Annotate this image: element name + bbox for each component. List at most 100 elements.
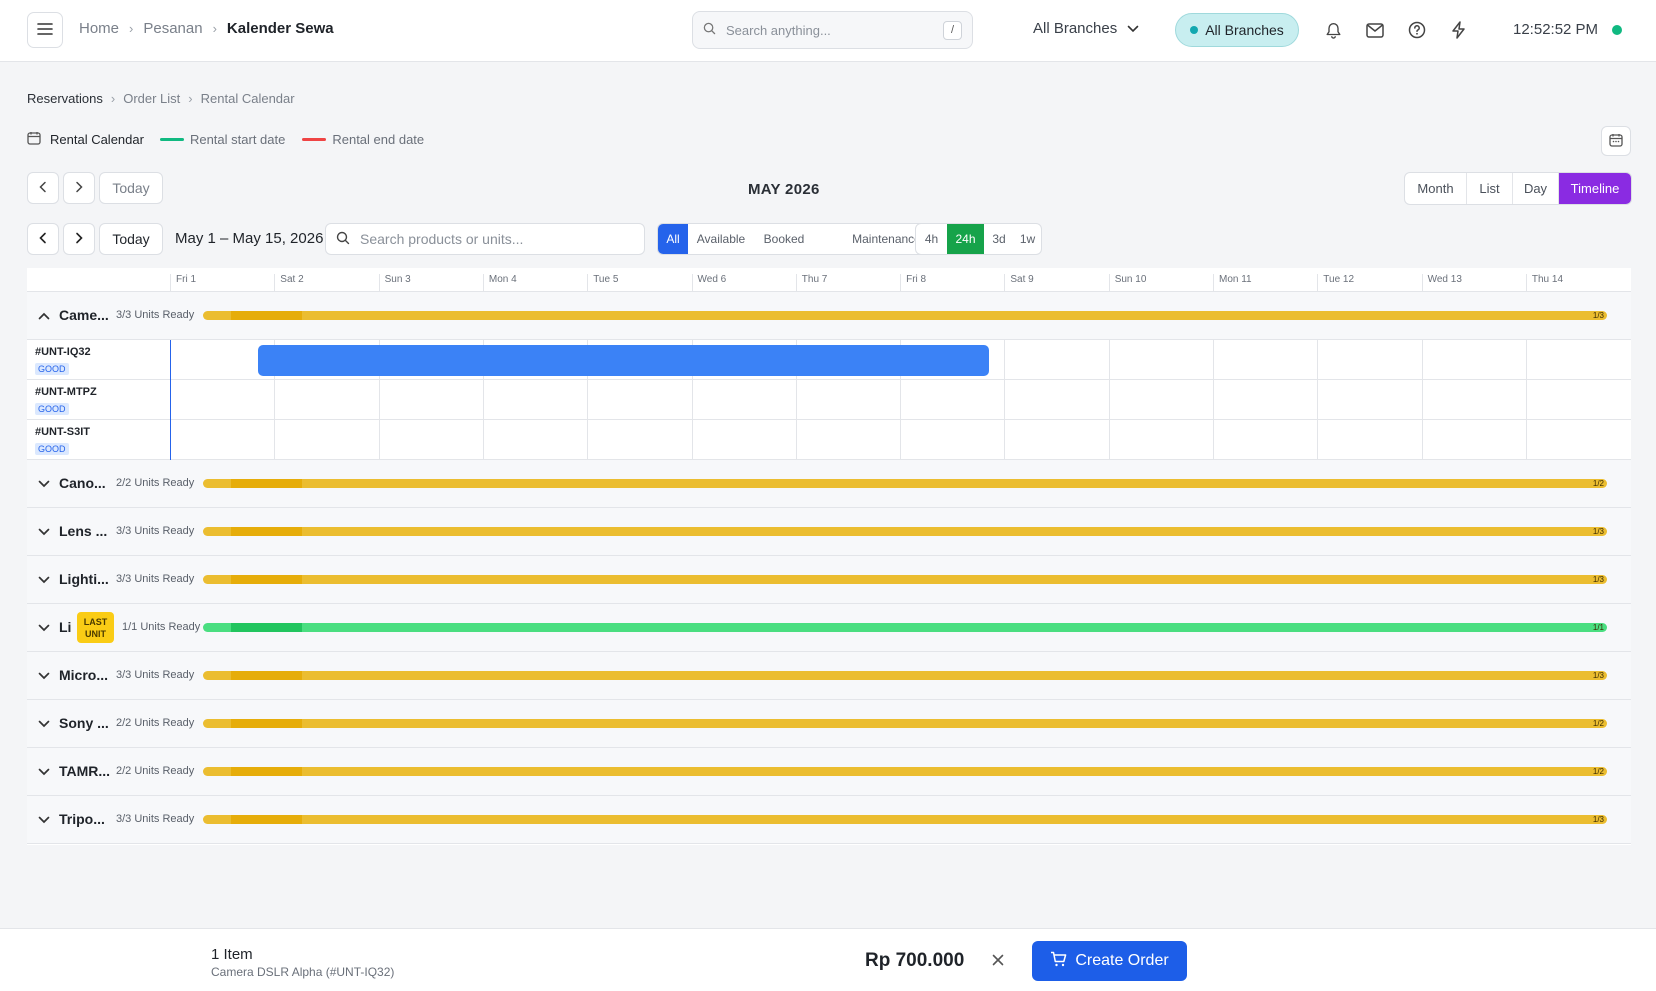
product-group-row[interactable]: TAMR... 2/2 Units Ready 1/2 <box>27 748 1631 796</box>
cart-icon <box>1050 951 1075 972</box>
legend-end: Rental end date <box>302 132 424 147</box>
branch-pill[interactable]: All Branches <box>1175 13 1299 47</box>
crumb-home[interactable]: Home <box>79 20 119 37</box>
zoom-1w[interactable]: 1w <box>1014 224 1041 254</box>
legend-start-label: Rental start date <box>189 132 286 147</box>
calendar-icon <box>27 131 41 148</box>
filter-all[interactable]: All <box>658 224 688 254</box>
global-search-input[interactable] <box>726 22 943 38</box>
grid-line <box>1317 340 1319 380</box>
unit-row[interactable]: #UNT-S3IT GOOD <box>27 420 1631 460</box>
zoom-24h[interactable]: 24h <box>947 224 984 254</box>
product-group-row[interactable]: Micro... 3/3 Units Ready 1/3 <box>27 652 1631 700</box>
month-next-button[interactable] <box>63 172 95 204</box>
help-icon[interactable] <box>1407 20 1427 40</box>
menu-button[interactable] <box>27 12 63 48</box>
range-today-button[interactable]: Today <box>99 223 163 255</box>
clear-cart-button[interactable] <box>990 953 1006 969</box>
branch-pill-label: All Branches <box>1205 22 1284 38</box>
availability-count: 1/3 <box>1592 311 1604 320</box>
product-group-row[interactable]: Came... 3/3 Units Ready 1/3 <box>27 292 1631 340</box>
month-today-button[interactable]: Today <box>99 172 163 204</box>
online-status-dot <box>1612 25 1622 35</box>
view-list[interactable]: List <box>1467 173 1513 204</box>
create-order-button[interactable]: Create Order <box>1032 941 1187 981</box>
view-timeline[interactable]: Timeline <box>1559 173 1631 204</box>
product-group-row[interactable]: Tripo... 3/3 Units Ready 1/3 <box>27 796 1631 844</box>
grid-line <box>274 380 276 420</box>
crumb-reservations[interactable]: Reservations <box>27 91 103 106</box>
availability-bar: 1/2 <box>203 479 1607 488</box>
product-group-row[interactable]: Lens ... 3/3 Units Ready 1/3 <box>27 508 1631 556</box>
day-column-label: Wed 6 <box>691 274 726 292</box>
unit-code[interactable]: #UNT-MTPZ <box>35 386 97 398</box>
legend-end-label: Rental end date <box>332 132 425 147</box>
legend-title: Rental Calendar <box>50 132 144 147</box>
zoom-4h[interactable]: 4h <box>916 224 947 254</box>
grid-line <box>1525 340 1527 380</box>
chevron-right-icon <box>75 232 83 247</box>
chevron-left-icon <box>39 232 47 247</box>
lightning-icon[interactable] <box>1449 20 1469 40</box>
day-column-label: Sat 2 <box>274 274 304 292</box>
crumb-order-list[interactable]: Order List <box>123 91 180 106</box>
chevron-down-icon[interactable] <box>37 669 51 683</box>
unit-code[interactable]: #UNT-IQ32 <box>35 346 91 358</box>
chevron-right-icon: › <box>212 21 217 36</box>
filter-booked[interactable]: Booked <box>754 224 814 254</box>
chevron-down-icon[interactable] <box>37 573 51 587</box>
booking-bar[interactable] <box>258 345 989 376</box>
zoom-filter: 4h 24h 3d 1w <box>915 223 1042 255</box>
unit-row[interactable]: #UNT-MTPZ GOOD <box>27 380 1631 420</box>
booked-segment <box>231 311 302 320</box>
search-icon <box>703 22 716 38</box>
chevron-up-icon[interactable] <box>37 309 51 323</box>
view-day[interactable]: Day <box>1513 173 1559 204</box>
range-next-button[interactable] <box>63 223 95 255</box>
grid-line <box>1213 420 1214 460</box>
availability-bar: 1/3 <box>203 575 1607 584</box>
availability-count: 1/3 <box>1592 815 1604 824</box>
grid-line <box>1317 380 1319 420</box>
units-ready-label: 3/3 Units Ready <box>116 525 195 537</box>
rental-timeline: Fri 1 Sat 2 Sun 3 Mon 4 Tue 5 Wed 6 Thu 7 Fri 8… <box>27 268 1631 845</box>
filter-available[interactable]: Available <box>688 224 754 254</box>
grid-line <box>378 420 380 460</box>
unit-code[interactable]: #UNT-S3IT <box>35 426 90 438</box>
date-range-label: May 1 – May 15, 2026 <box>175 230 324 247</box>
chevron-down-icon[interactable] <box>37 477 51 491</box>
mail-icon[interactable] <box>1365 20 1385 40</box>
zoom-3d[interactable]: 3d <box>984 224 1014 254</box>
product-group-row[interactable]: Li LAST UNIT 1/1 Units Ready 1/1 <box>27 604 1631 652</box>
unit-search-input[interactable] <box>360 231 634 247</box>
chevron-down-icon[interactable] <box>37 717 51 731</box>
chevron-down-icon[interactable] <box>37 621 51 635</box>
booked-segment <box>231 719 302 728</box>
calendar-picker-button[interactable] <box>1601 126 1631 156</box>
unit-search[interactable] <box>325 223 645 255</box>
product-group-row[interactable]: Lighti... 3/3 Units Ready 1/3 <box>27 556 1631 604</box>
chevron-down-icon[interactable] <box>37 765 51 779</box>
month-prev-button[interactable] <box>27 172 59 204</box>
day-column-label: Fri 8 <box>900 274 926 292</box>
view-month[interactable]: Month <box>1405 173 1467 204</box>
global-search[interactable]: / <box>692 11 973 49</box>
chevron-right-icon: › <box>129 21 134 36</box>
crumb-pesanan[interactable]: Pesanan <box>143 20 202 37</box>
availability-count: 1/3 <box>1592 527 1604 536</box>
chevron-down-icon[interactable] <box>37 525 51 539</box>
range-prev-button[interactable] <box>27 223 59 255</box>
booked-segment <box>231 575 302 584</box>
unit-row[interactable]: #UNT-IQ32 GOOD <box>27 340 1631 380</box>
product-group-name: Lighti... <box>59 571 109 587</box>
bell-icon[interactable] <box>1323 20 1343 40</box>
product-group-row[interactable]: Cano... 2/2 Units Ready 1/2 <box>27 460 1631 508</box>
booked-segment <box>231 479 302 488</box>
day-column-label: Sat 9 <box>1004 274 1034 292</box>
chevron-down-icon[interactable] <box>37 813 51 827</box>
product-group-row[interactable]: Sony ... 2/2 Units Ready 1/2 <box>27 700 1631 748</box>
legend-start-swatch <box>159 138 184 141</box>
day-column-label: Mon 4 <box>482 274 517 292</box>
branch-select[interactable]: All Branches <box>1033 20 1139 37</box>
product-group-name: TAMR... <box>59 763 111 779</box>
